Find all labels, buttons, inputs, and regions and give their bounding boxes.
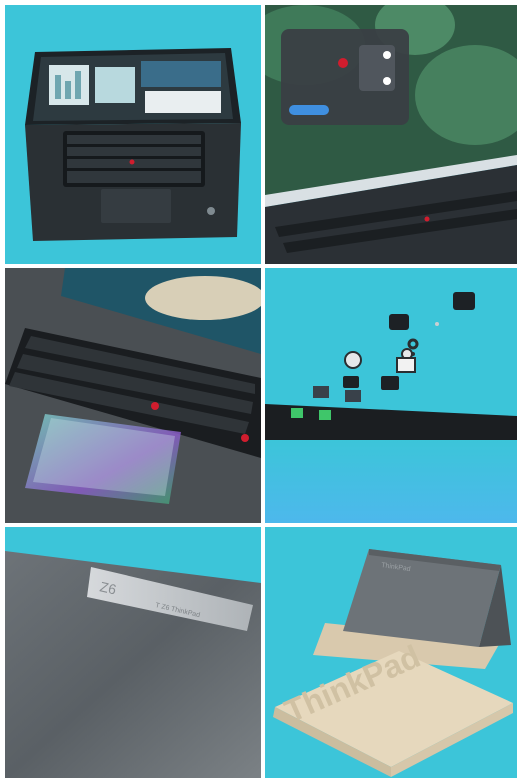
camera-module-illustration	[265, 268, 517, 523]
tile-laptop-screen-quick-settings	[265, 5, 517, 264]
tile-laptop-top-view	[5, 5, 261, 264]
tile-laptop-with-molded-packaging: ThinkPad ThinkPad	[265, 527, 517, 778]
touchpad-illustration	[5, 268, 261, 523]
tile-lid-logo-closeup: Z6 T Z6 ThinkPad	[5, 527, 261, 778]
photo-collage: Z6 T Z6 ThinkPad ThinkPad ThinkPad	[5, 5, 517, 778]
laptop-top-view-illustration	[5, 5, 261, 264]
tile-touchpad-haptic-closeup	[5, 268, 261, 523]
lid-closeup-illustration: Z6 T Z6 ThinkPad	[5, 527, 261, 778]
packaging-illustration: ThinkPad ThinkPad	[265, 527, 517, 778]
laptop-screen-illustration	[265, 5, 517, 264]
tile-camera-module-exploded	[265, 268, 517, 523]
